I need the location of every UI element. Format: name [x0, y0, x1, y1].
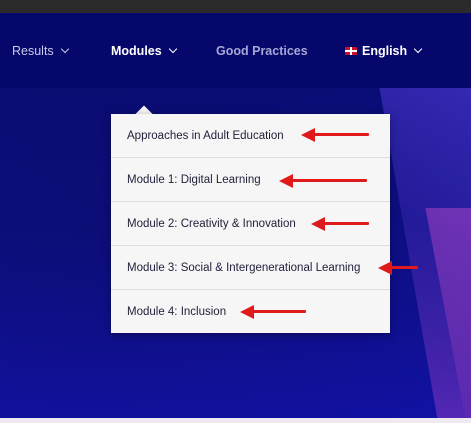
menu-item-label: Module 2: Creativity & Innovation — [127, 217, 296, 230]
main-navigation: Results Modules Good Practices English — [0, 13, 471, 88]
red-arrow-icon — [301, 128, 371, 142]
nav-modules[interactable]: Modules — [111, 44, 177, 58]
chevron-down-icon — [60, 44, 69, 54]
red-arrow-icon — [240, 305, 308, 319]
nav-language-label: English — [362, 44, 408, 58]
nav-language[interactable]: English — [345, 44, 423, 58]
browser-top-strip — [0, 0, 471, 13]
menu-item-label: Approaches in Adult Education — [127, 129, 284, 142]
red-arrow-icon — [279, 174, 369, 188]
menu-item-label: Module 1: Digital Learning — [127, 173, 261, 186]
chevron-down-icon — [413, 44, 423, 54]
nav-good-practices[interactable]: Good Practices — [216, 44, 308, 58]
menu-item-label: Module 4: Inclusion — [127, 305, 227, 318]
nav-good-practices-label: Good Practices — [216, 44, 308, 58]
red-arrow-icon — [311, 217, 371, 231]
red-arrow-icon — [378, 261, 418, 275]
menu-item-module-3[interactable]: Module 3: Social & Intergenerational Lea… — [111, 246, 390, 290]
page-bottom-edge — [0, 418, 471, 423]
menu-item-label: Module 3: Social & Intergenerational Lea… — [127, 261, 361, 274]
nav-results-label: Results — [12, 44, 54, 58]
nav-modules-label: Modules — [111, 44, 162, 58]
chevron-down-icon — [168, 44, 177, 54]
nav-results[interactable]: Results — [12, 44, 69, 58]
uk-flag-icon — [345, 47, 357, 55]
